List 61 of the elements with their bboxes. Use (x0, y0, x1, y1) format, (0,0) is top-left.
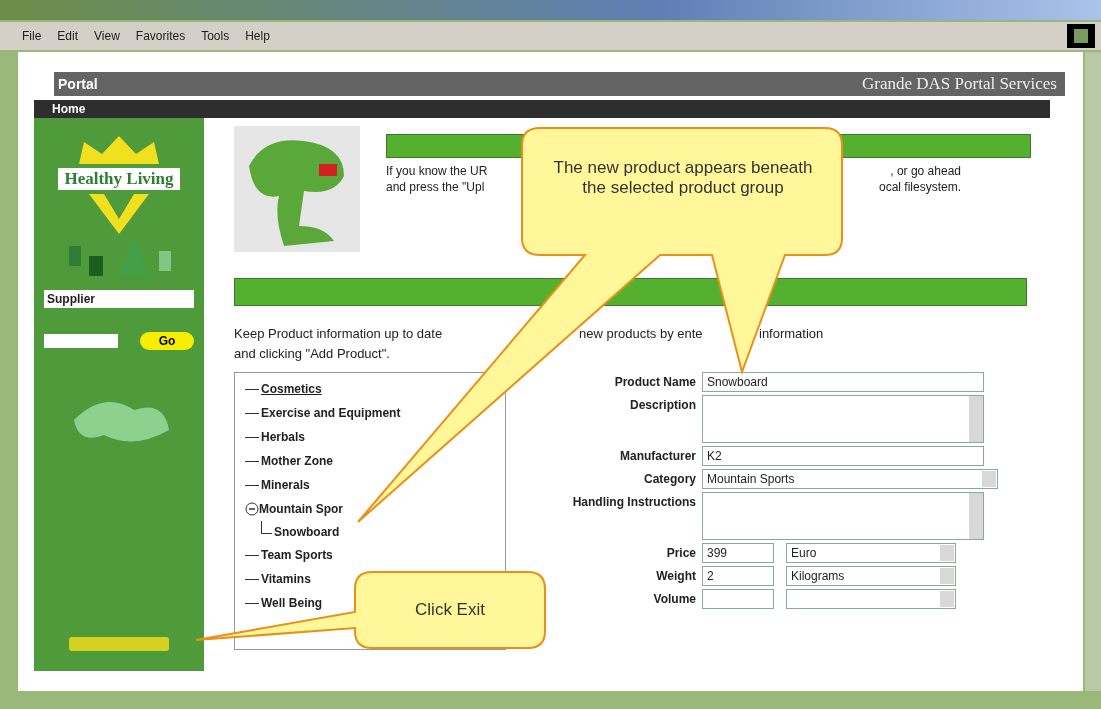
instruction-text: information (759, 325, 825, 343)
menu-item[interactable]: Edit (57, 29, 79, 43)
field-label: Weight (655, 568, 696, 583)
caret-icon (982, 471, 996, 487)
field-label: Price (665, 545, 696, 560)
input-field[interactable]: Snowboard (702, 372, 984, 392)
field-label: Manufacturer (619, 448, 696, 463)
tree-item[interactable]: Vitamins (261, 572, 311, 586)
portal-brand: Grande DAS Portal Services (862, 74, 1057, 94)
go-button[interactable]: Go (140, 332, 194, 350)
input-field[interactable] (702, 589, 774, 609)
scrollbar-icon (969, 493, 983, 539)
scrollbar-icon (969, 396, 983, 442)
menu-item[interactable]: Tools (201, 29, 230, 43)
tree-item[interactable]: Herbals (261, 430, 306, 444)
dropdown[interactable] (786, 589, 956, 609)
menu-item[interactable]: File (22, 29, 42, 43)
tree-item[interactable]: Team Sports (261, 548, 333, 562)
tree-item[interactable]: Mother Zone (261, 454, 333, 468)
caret-icon (940, 545, 954, 561)
input-field[interactable]: 399 (702, 543, 774, 563)
tree-item[interactable]: Snowboard (274, 525, 340, 539)
dropdown[interactable]: Mountain Sports (702, 469, 998, 489)
supplier-field[interactable]: Supplier (44, 290, 194, 308)
menu-item[interactable]: Favorites (135, 29, 186, 43)
menu-item[interactable]: View (94, 29, 120, 43)
field-label: Category (643, 471, 696, 486)
tree-branch-icon (261, 520, 272, 534)
logo: Healthy Living (58, 168, 180, 190)
intro-text: and press the "Upl (386, 180, 485, 194)
callout-text: Click Exit (414, 600, 486, 620)
input-field[interactable]: 2 (702, 566, 774, 586)
callout-text: The new product appears beneath the selected product group (552, 158, 814, 198)
collapse-icon[interactable] (245, 502, 259, 516)
tree-item[interactable]: Cosmetics (261, 382, 322, 396)
caret-icon (940, 568, 954, 584)
menu-item[interactable]: Help (245, 29, 270, 43)
portal-title: Portal (58, 76, 98, 92)
instruction-text: new products by ente (579, 325, 704, 343)
input-field[interactable]: K2 (702, 446, 984, 466)
field-label: Description (629, 397, 696, 412)
nav-link[interactable]: Home (52, 102, 86, 116)
intro-text: ocal filesystem. (878, 180, 961, 194)
tree-item[interactable]: Minerals (261, 478, 310, 492)
intro-text: If you know the UR (386, 164, 488, 178)
tree-item[interactable]: Well Being (261, 596, 323, 610)
field-label: Volume (652, 591, 696, 606)
tree-item[interactable]: Exercise and Equipment (261, 406, 401, 420)
tree-item[interactable]: Mountain Spor (259, 502, 343, 516)
dropdown[interactable]: Euro (786, 543, 956, 563)
text-area[interactable] (702, 395, 984, 443)
text-area[interactable] (702, 492, 984, 540)
dropdown[interactable]: Kilograms (786, 566, 956, 586)
password-field[interactable] (44, 334, 118, 348)
caret-icon (940, 591, 954, 607)
instruction-text: Keep Product information up to date (234, 325, 444, 343)
intro-text: , or go ahead (890, 164, 961, 178)
field-label: Handling Instructions (571, 494, 696, 509)
instruction-text: and clicking "Add Product". (234, 345, 391, 363)
browser-logo-icon (1067, 24, 1095, 48)
field-label: Product Name (613, 374, 696, 389)
